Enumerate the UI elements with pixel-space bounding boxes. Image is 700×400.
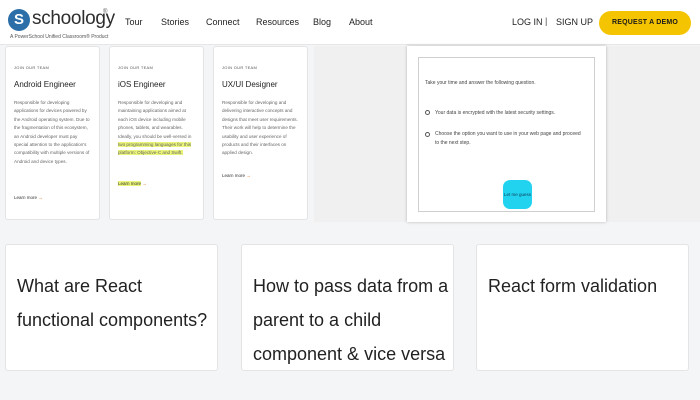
job-eyebrow: JOIN OUR TEAM [14,65,50,70]
nav-about[interactable]: About [349,17,373,27]
article-card[interactable]: How to pass data from a parent to a chil… [241,244,454,371]
schoology-logo[interactable]: S schoology ® A PowerSchool Unified Clas… [8,6,115,40]
logo-subtitle: A PowerSchool Unified Classroom® Product [10,34,109,40]
signup-link[interactable]: SIGN UP [556,17,593,27]
logo-trademark: ® [103,9,108,15]
option-2-label: Choose the option you want to use in you… [435,131,581,146]
nav-tour[interactable]: Tour [125,17,143,27]
job-eyebrow: JOIN OUR TEAM [118,65,154,70]
arrow-right-icon: → [142,181,147,186]
radio-option-2[interactable] [425,132,430,137]
nav-separator: | [545,16,548,26]
learn-more-label: Learn more [118,181,142,186]
learn-more-label: Learn more [14,195,38,200]
nav-connect[interactable]: Connect [206,17,240,27]
article-card[interactable]: What are React functional components? [5,244,218,371]
learn-more-link[interactable]: Learn more → [14,195,43,200]
site-header: S schoology ® A PowerSchool Unified Clas… [0,0,700,45]
arrow-right-icon: → [38,195,43,200]
job-description: Responsible for developing applications … [14,100,90,164]
learn-more-link[interactable]: Learn more → [222,173,251,178]
schoology-logo-mark: S [8,9,30,31]
job-description-text: Responsible for developing and maintaini… [118,100,192,139]
request-demo-button[interactable]: REQUEST A DEMO [599,11,691,35]
job-title: UX/UI Designer [222,80,278,89]
learn-more-label: Learn more [222,173,246,178]
arrow-right-icon: → [246,173,251,178]
nav-resources[interactable]: Resources [256,17,299,27]
article-title: How to pass data from a parent to a chil… [253,276,449,364]
radio-option-1[interactable] [425,110,430,115]
job-card-android: JOIN OUR TEAM Android Engineer Responsib… [5,46,100,220]
job-card-ios: JOIN OUR TEAM iOS Engineer Responsible f… [109,46,204,220]
job-eyebrow: JOIN OUR TEAM [222,65,258,70]
login-link[interactable]: LOG IN [512,17,543,27]
job-title: Android Engineer [14,80,76,89]
quiz-question: Take your time and answer the following … [425,80,536,86]
highlighted-text: two programming languages for this platf… [118,142,192,156]
job-description: Responsible for developing and maintaini… [118,99,196,158]
let-me-guess-button[interactable]: Let me guess [503,180,532,209]
article-title: React form validation [488,276,658,296]
nav-blog[interactable]: Blog [313,17,331,27]
job-title: iOS Engineer [118,80,166,89]
option-1-label: Your data is encrypted with the latest s… [435,110,556,116]
job-description: Responsible for developing and deliverin… [222,100,298,156]
quiz-frame: Take your time and answer the following … [418,57,595,212]
job-card-ux-ui: JOIN OUR TEAM UX/UI Designer Responsible… [213,46,308,220]
article-title: What are React functional components? [17,276,208,330]
nav-stories[interactable]: Stories [161,17,189,27]
article-card[interactable]: React form validation [476,244,689,371]
learn-more-link[interactable]: Learn more → [118,181,147,186]
quiz-preview: Take your time and answer the following … [407,46,606,222]
